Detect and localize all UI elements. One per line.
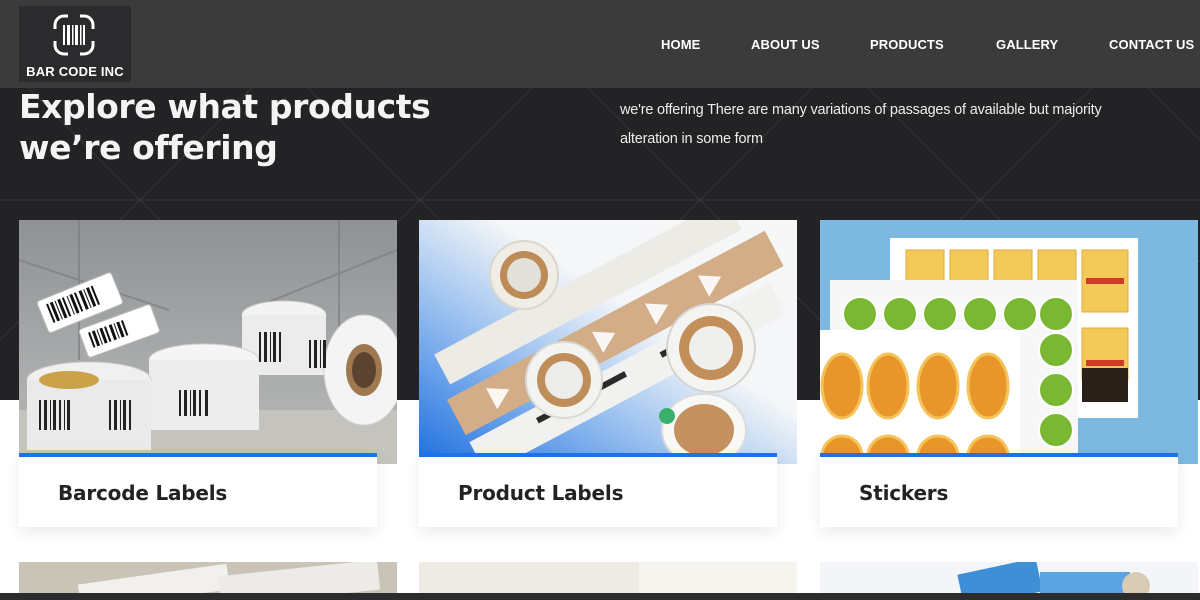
main-nav: HOME ABOUT US PRODUCTS GALLERY CONTACT U… <box>0 37 1200 55</box>
stickers-image <box>820 220 1198 464</box>
nav-gallery[interactable]: GALLERY <box>996 37 1058 52</box>
card-label-box: Stickers <box>820 453 1178 527</box>
product-card-product-labels[interactable]: Product Labels <box>419 220 797 530</box>
card-title: Barcode Labels <box>58 481 228 505</box>
product-card-stickers[interactable]: Stickers <box>820 220 1198 530</box>
page: BAR CODE INC HOME ABOUT US PRODUCTS GALL… <box>0 0 1200 600</box>
nav-home[interactable]: HOME <box>661 37 700 52</box>
card-title: Stickers <box>859 481 949 505</box>
nav-products[interactable]: PRODUCTS <box>870 37 944 52</box>
section-intro: we're offering There are many variations… <box>620 102 1102 147</box>
nav-contact-us[interactable]: CONTACT US <box>1109 37 1194 52</box>
brand-name: BAR CODE INC <box>26 64 124 79</box>
product-labels-image <box>419 220 797 464</box>
site-header: BAR CODE INC HOME ABOUT US PRODUCTS GALL… <box>0 0 1200 88</box>
bottom-scrollbar <box>0 593 1200 600</box>
card-label-box: Product Labels <box>419 453 777 527</box>
card-title: Product Labels <box>458 481 624 505</box>
barcode-labels-image <box>19 220 397 464</box>
section-title: Explore what products we’re offering <box>19 87 431 167</box>
card-label-box: Barcode Labels <box>19 453 377 527</box>
product-card-barcode-labels[interactable]: Barcode Labels <box>19 220 397 530</box>
nav-about-us[interactable]: ABOUT US <box>751 37 820 52</box>
